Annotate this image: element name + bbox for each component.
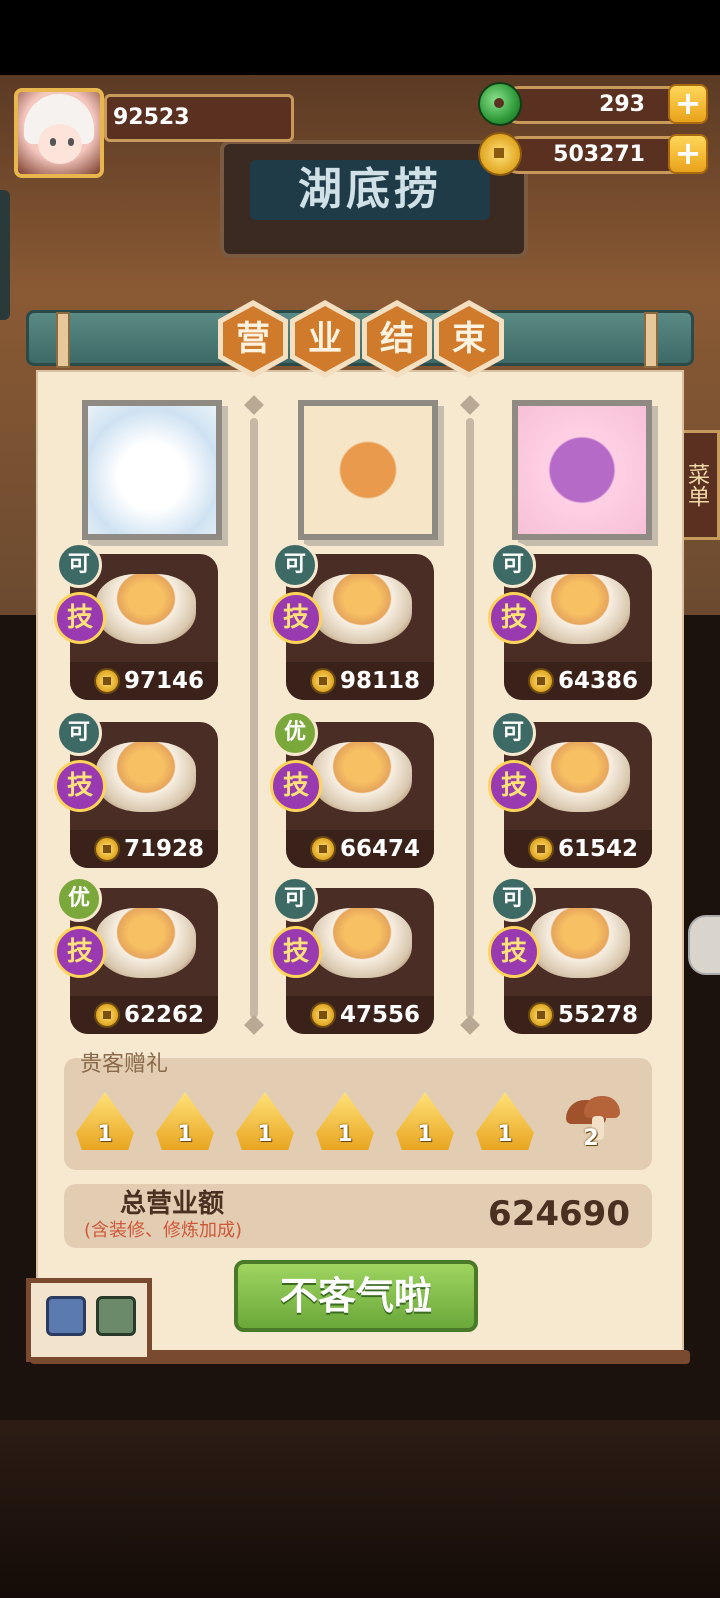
rank-badge: 优 — [272, 710, 318, 756]
add-coins-button[interactable]: + — [668, 134, 708, 174]
golden-zongzi-icon[interactable]: 1 — [156, 1092, 214, 1150]
rank-badge: 可 — [490, 542, 536, 588]
coin-icon — [528, 668, 554, 694]
golden-zongzi-icon[interactable]: 1 — [76, 1092, 134, 1150]
skill-badge: 技 — [270, 760, 322, 812]
title-scroll — [26, 310, 694, 366]
scroll-pin-left — [56, 312, 70, 368]
total-revenue-note: (含装修、修炼加成) — [84, 1220, 243, 1241]
jade-icon — [478, 82, 522, 126]
skill-badge: 技 — [488, 926, 540, 978]
coin-icon — [478, 132, 522, 176]
coin-icon — [310, 1002, 336, 1028]
golden-zongzi-icon[interactable]: 1 — [316, 1092, 374, 1150]
dish-earnings: 64386 — [558, 668, 639, 694]
tool-icon-green[interactable] — [96, 1296, 136, 1336]
coin-icon — [94, 668, 120, 694]
coin-icon — [94, 836, 120, 862]
purple-girl-portrait — [512, 400, 652, 540]
dish-earnings: 62262 — [124, 1002, 205, 1028]
confirm-button[interactable]: 不客气啦 — [234, 1260, 478, 1332]
floor-background — [0, 1420, 720, 1598]
player-score: 92523 — [104, 94, 294, 142]
dish-earnings: 61542 — [558, 836, 639, 862]
dish-image — [312, 742, 412, 812]
coin-icon — [310, 668, 336, 694]
scroll-pin-right — [644, 312, 658, 368]
coin-icon — [94, 1002, 120, 1028]
dish-image — [312, 908, 412, 978]
left-edge-tab[interactable] — [0, 190, 10, 320]
skill-badge: 技 — [54, 926, 106, 978]
dish-image — [96, 742, 196, 812]
rank-badge: 可 — [490, 876, 536, 922]
rank-badge: 可 — [272, 542, 318, 588]
coin-icon — [528, 836, 554, 862]
skill-badge: 技 — [270, 592, 322, 644]
golden-zongzi-icon[interactable]: 1 — [476, 1092, 534, 1150]
golden-zongzi-icon[interactable]: 1 — [396, 1092, 454, 1150]
dish-image — [96, 908, 196, 978]
mushroom-icon[interactable]: 2 — [566, 1096, 620, 1151]
skill-badge: 技 — [54, 760, 106, 812]
total-revenue-value: 624690 — [488, 1194, 630, 1234]
skill-badge: 技 — [270, 926, 322, 978]
skill-badge: 技 — [54, 592, 106, 644]
rank-badge: 可 — [56, 710, 102, 756]
white-cat-portrait — [82, 400, 222, 540]
dish-earnings: 47556 — [340, 1002, 421, 1028]
coin-icon — [528, 1002, 554, 1028]
dish-earnings: 98118 — [340, 668, 421, 694]
rank-badge: 优 — [56, 876, 102, 922]
rank-badge: 可 — [272, 876, 318, 922]
tool-icon-blue[interactable] — [46, 1296, 86, 1336]
dish-image — [530, 574, 630, 644]
coin-icon — [310, 836, 336, 862]
puzzle-side-icon[interactable] — [688, 915, 720, 975]
golden-zongzi-icon[interactable]: 1 — [236, 1092, 294, 1150]
orange-cat-portrait — [298, 400, 438, 540]
column-divider — [250, 418, 258, 1018]
skill-badge: 技 — [488, 592, 540, 644]
dish-earnings: 55278 — [558, 1002, 639, 1028]
dish-image — [530, 908, 630, 978]
skill-badge: 技 — [488, 760, 540, 812]
dish-earnings: 97146 — [124, 668, 205, 694]
column-divider — [466, 418, 474, 1018]
rank-badge: 可 — [490, 710, 536, 756]
coin-counter: 503271 — [500, 136, 692, 174]
dish-earnings: 71928 — [124, 836, 205, 862]
dish-earnings: 66474 — [340, 836, 421, 862]
add-jade-button[interactable]: + — [668, 84, 708, 124]
dish-image — [96, 574, 196, 644]
top-black-band — [0, 0, 720, 75]
gift-title: 贵客赠礼 — [80, 1052, 169, 1077]
dish-image — [312, 574, 412, 644]
total-revenue-label: 总营业额 — [120, 1189, 225, 1219]
player-avatar[interactable] — [14, 88, 104, 178]
rank-badge: 可 — [56, 542, 102, 588]
dish-image — [530, 742, 630, 812]
jade-counter: 293 — [500, 86, 692, 124]
restaurant-sign: 湖底捞 — [250, 160, 490, 220]
